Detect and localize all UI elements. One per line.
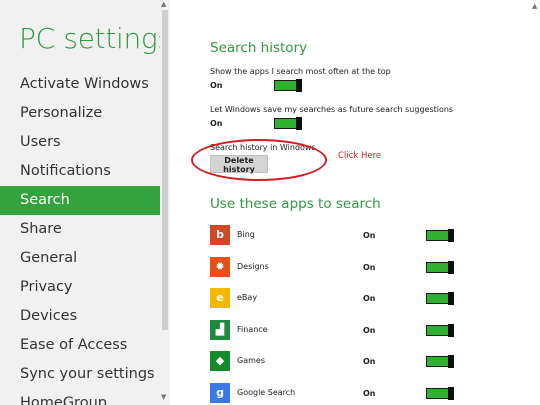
- sidebar-item-share[interactable]: Share: [0, 215, 160, 244]
- app-row-ebay: e eBay On: [210, 288, 460, 310]
- show-apps-label: Show the apps I search most often at the…: [210, 67, 391, 76]
- show-apps-toggle[interactable]: [274, 79, 302, 92]
- delete-history-button[interactable]: Delete history: [210, 155, 268, 174]
- sidebar-item-ease-of-access[interactable]: Ease of Access: [0, 331, 160, 360]
- sidebar-item-privacy[interactable]: Privacy: [0, 273, 160, 302]
- sidebar-item-general[interactable]: General: [0, 244, 160, 273]
- sidebar-item-notifications[interactable]: Notifications: [0, 157, 160, 186]
- app-row-designs: ✹ Designs On: [210, 256, 460, 279]
- content-scrollbar[interactable]: ▲: [531, 0, 540, 405]
- finance-icon: ▟: [210, 319, 230, 340]
- sidebar-item-users[interactable]: Users: [0, 128, 160, 157]
- sidebar-item-homegroup[interactable]: HomeGroup: [0, 389, 160, 405]
- app-row-games: ◆ Games On: [210, 351, 460, 373]
- sidebar-item-activate-windows[interactable]: Activate Windows: [0, 70, 160, 99]
- app-toggle-finance[interactable]: [426, 323, 454, 337]
- nav-scrollbar-thumb[interactable]: [162, 10, 168, 330]
- nav-scrollbar[interactable]: ▲ ▼: [160, 0, 170, 405]
- toggle-knob: [448, 386, 454, 400]
- toggle-knob: [448, 260, 454, 274]
- toggle-knob: [448, 292, 454, 305]
- settings-content: Search history Show the apps I search mo…: [170, 0, 540, 405]
- app-state: On: [363, 388, 376, 398]
- toggle-knob: [296, 79, 302, 92]
- search-history-label: Search history in Windows: [210, 143, 316, 152]
- app-row-bing: b Bing On: [210, 225, 460, 247]
- sidebar-item-personalize[interactable]: Personalize: [0, 99, 160, 128]
- app-state: On: [363, 325, 376, 335]
- toggle-knob: [448, 229, 454, 242]
- save-searches-toggle[interactable]: [274, 117, 302, 130]
- show-apps-state: On: [210, 81, 223, 90]
- save-searches-state: On: [210, 119, 223, 128]
- scroll-up-arrow-icon[interactable]: ▲: [532, 2, 537, 10]
- save-searches-label: Let Windows save my searches as future s…: [210, 105, 454, 114]
- toggle-knob: [448, 323, 454, 337]
- ebay-icon: e: [210, 288, 230, 308]
- nav-title: PC settings: [19, 22, 170, 55]
- scroll-up-arrow-icon[interactable]: ▲: [161, 0, 166, 8]
- app-name: eBay: [237, 293, 258, 302]
- app-name: Games: [237, 356, 265, 365]
- google-search-icon: g: [210, 382, 230, 403]
- annotation-click-here: Click Here: [338, 151, 382, 161]
- app-toggle-designs[interactable]: [426, 260, 454, 274]
- games-icon: ◆: [210, 351, 230, 371]
- app-name: Google Search: [237, 387, 296, 397]
- toggle-knob: [296, 117, 302, 130]
- app-state: On: [363, 294, 376, 303]
- app-name: Finance: [237, 324, 268, 334]
- bing-icon: b: [210, 225, 230, 245]
- sidebar-item-sync-your-settings[interactable]: Sync your settings: [0, 360, 160, 389]
- navigation-pane: PC settings Activate Windows Personalize U…: [0, 0, 170, 405]
- apps-section-heading: Use these apps to search: [210, 196, 381, 212]
- app-toggle-ebay[interactable]: [426, 292, 454, 305]
- app-state: On: [363, 262, 376, 272]
- app-state: On: [363, 357, 376, 366]
- app-toggle-google-search[interactable]: [426, 386, 454, 400]
- app-name: Bing: [237, 230, 255, 239]
- search-history-heading: Search history: [210, 40, 308, 56]
- designs-icon: ✹: [210, 256, 230, 277]
- app-state: On: [363, 231, 376, 240]
- nav-list: Activate Windows Personalize Users Notifica…: [0, 70, 160, 405]
- sidebar-item-devices[interactable]: Devices: [0, 302, 160, 331]
- app-toggle-bing[interactable]: [426, 229, 454, 242]
- toggle-knob: [448, 355, 454, 368]
- app-row-finance: ▟ Finance On: [210, 319, 460, 342]
- scroll-down-arrow-icon[interactable]: ▼: [161, 393, 166, 401]
- sidebar-item-search[interactable]: Search: [0, 186, 160, 215]
- app-row-google-search: g Google Search On: [210, 382, 460, 405]
- app-toggle-games[interactable]: [426, 355, 454, 368]
- app-name: Designs: [237, 261, 269, 271]
